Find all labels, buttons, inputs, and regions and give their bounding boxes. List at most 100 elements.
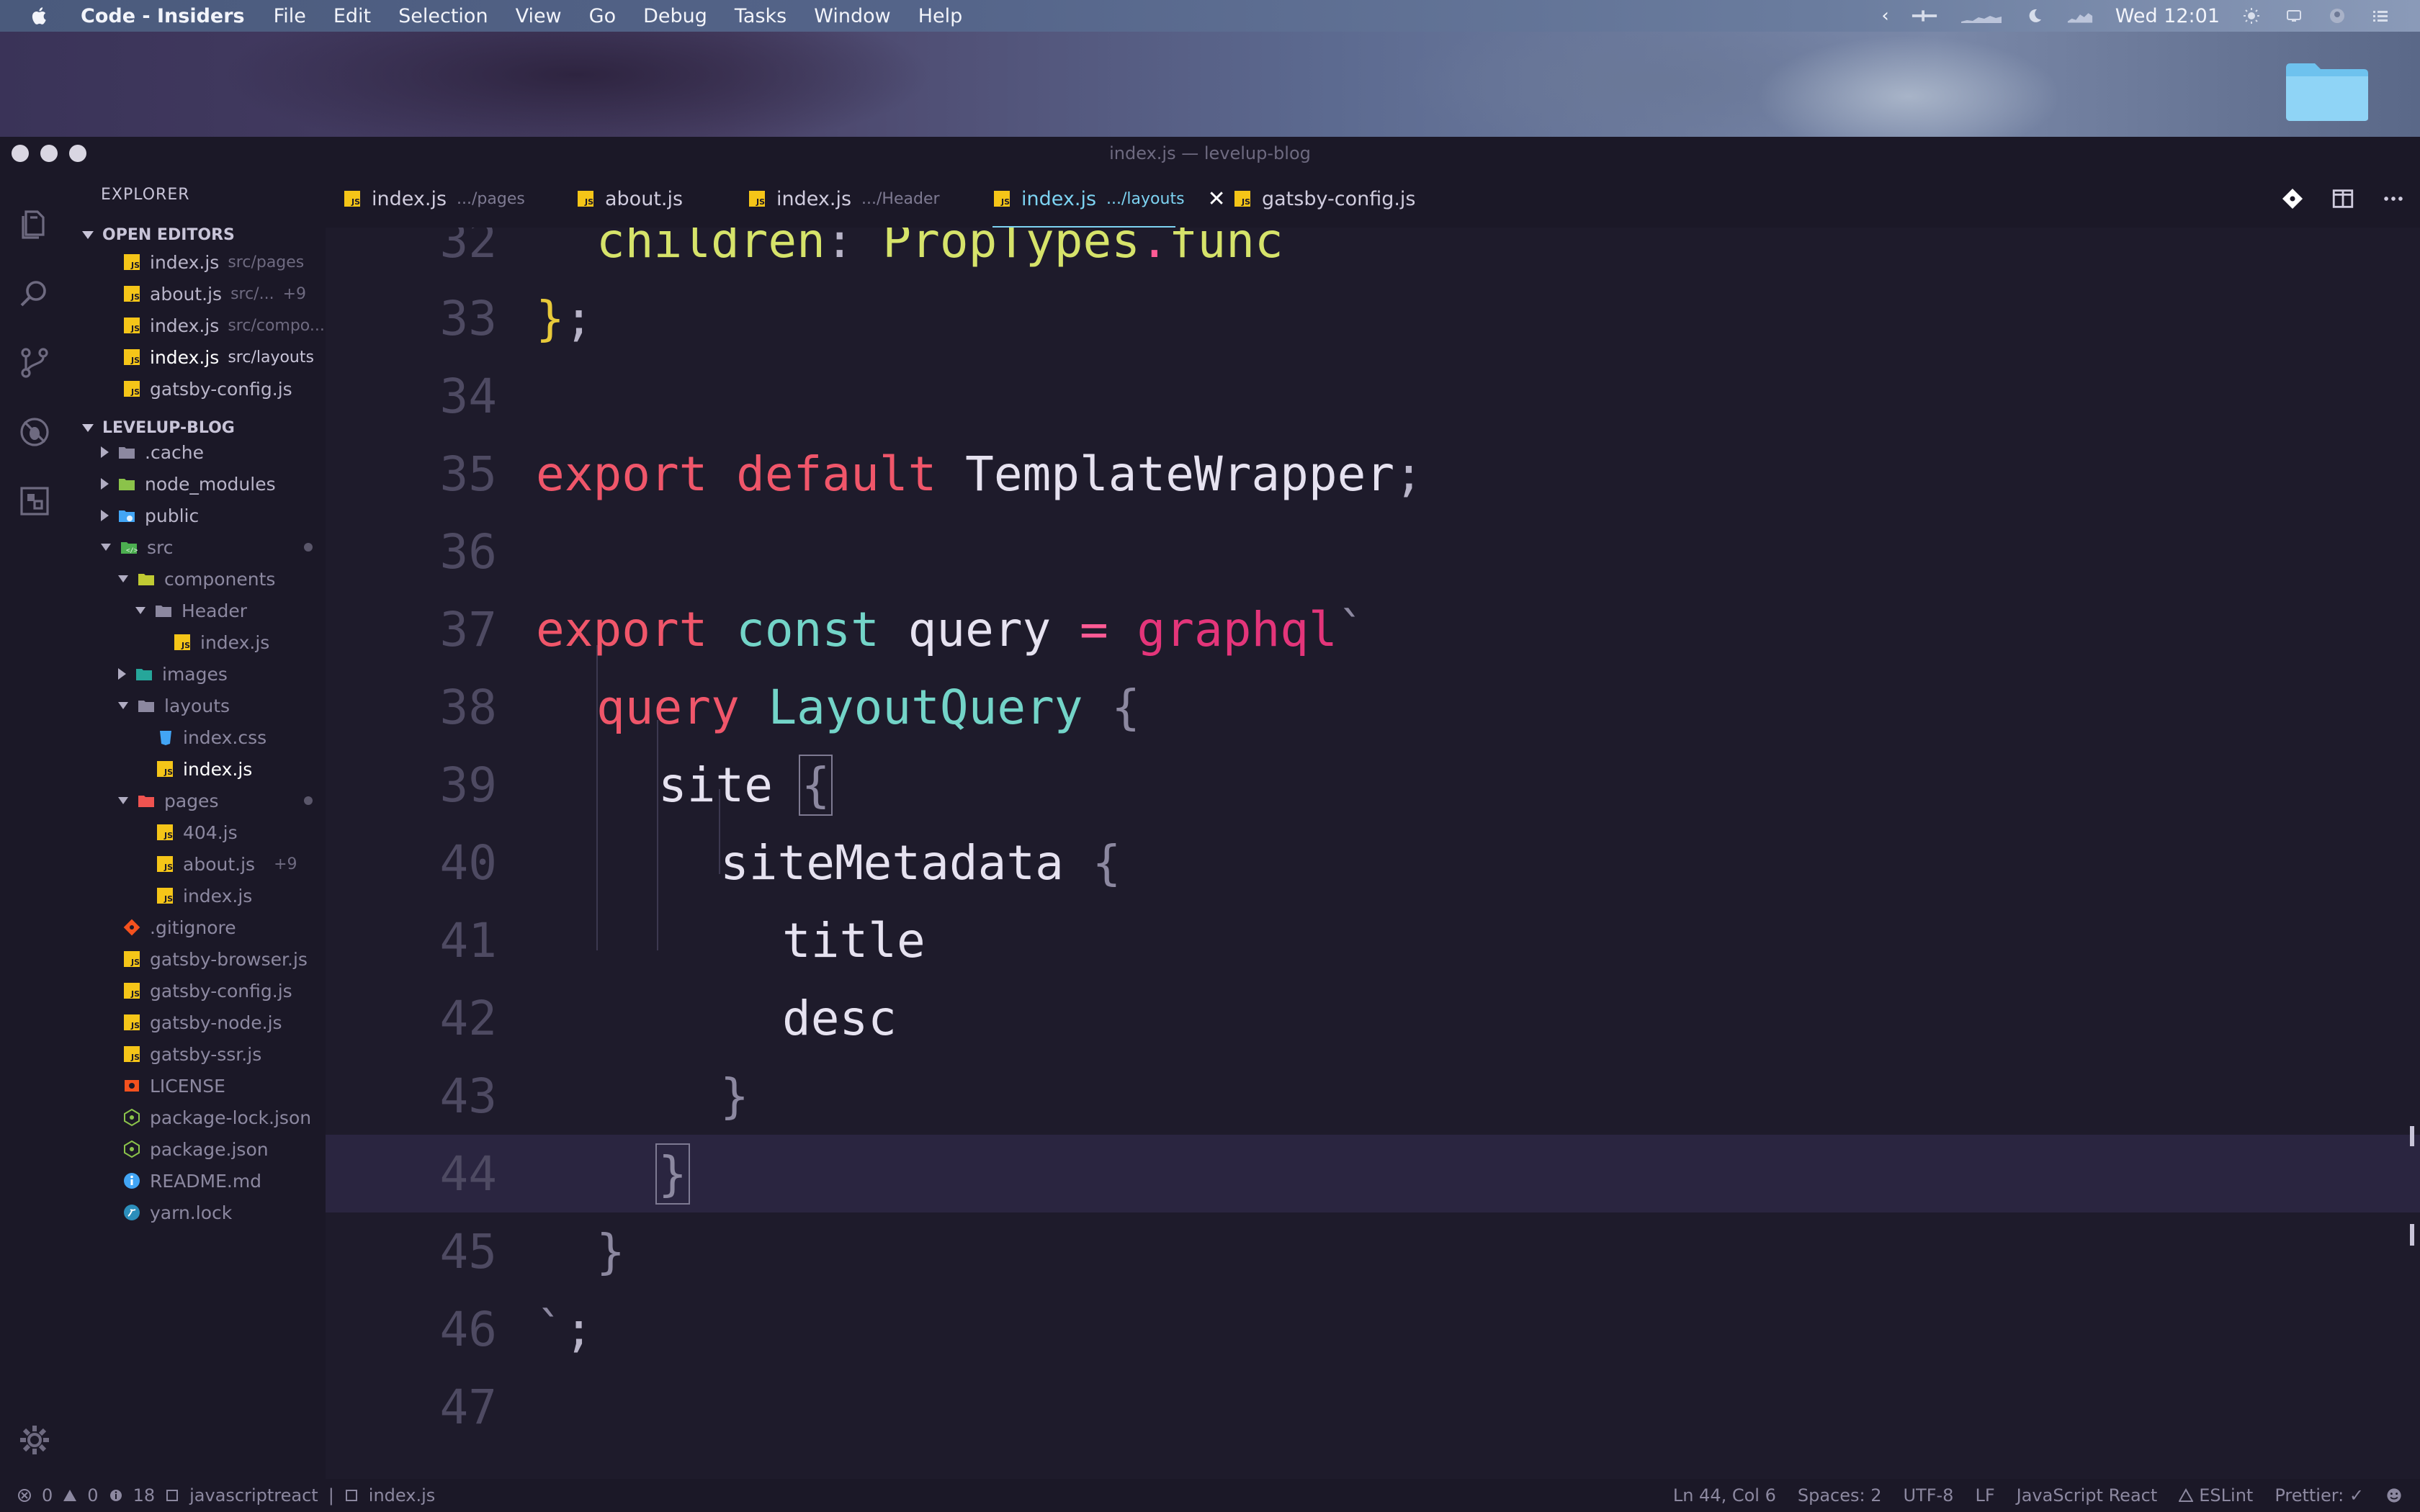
search-icon[interactable] [17,276,52,311]
tree-folder-node-modules[interactable]: node_modules [101,468,276,500]
error-icon[interactable] [17,1488,32,1503]
menu-selection[interactable]: Selection [398,5,488,27]
menu-debug[interactable]: Debug [643,5,707,27]
info-icon[interactable] [109,1488,123,1503]
js-file-icon: JS [344,191,360,207]
open-editors-header[interactable]: OPEN EDITORS [82,226,235,244]
tree-file-layouts-index-active[interactable]: JS index.js [156,753,252,785]
menu-window[interactable]: Window [814,5,890,27]
tree-folder-images[interactable]: images [118,658,228,690]
tree-file-gatsby-browser[interactable]: JS gatsby-browser.js [122,943,308,975]
display-icon[interactable] [2283,7,2305,24]
git-compare-icon[interactable] [2280,186,2305,211]
brightness-icon[interactable] [2241,7,2262,24]
end-of-line[interactable]: LF [1975,1485,1994,1506]
tree-folder-pages[interactable]: pages [118,785,331,816]
settings-gear-icon[interactable] [17,1423,52,1457]
tree-file-gatsby-ssr[interactable]: JS gatsby-ssr.js [122,1038,261,1070]
tree-file-header-index[interactable]: JS index.js [173,626,269,658]
warning-icon[interactable] [63,1488,77,1503]
zoom-window-button[interactable] [69,145,86,162]
tree-folder-cache[interactable]: .cache [101,436,204,468]
cpu-graph-icon[interactable] [2066,7,2094,24]
tab-layouts-index-active[interactable]: JS index.js .../layouts ✕ [992,170,1226,228]
eslint-status[interactable]: ESLint [2179,1485,2253,1506]
tree-file-yarn-lock[interactable]: yarn.lock [122,1197,232,1228]
tree-file-gitignore[interactable]: .gitignore [122,912,236,943]
tree-file-license[interactable]: LICENSE [122,1070,225,1102]
language-selector[interactable]: JavaScript React [2017,1485,2158,1506]
prettier-status[interactable]: Prettier: ✓ [2275,1485,2364,1506]
project-folder-header[interactable]: LEVELUP-BLOG [82,419,235,437]
menu-file[interactable]: File [274,5,306,27]
scrollbar-marker[interactable] [2410,1126,2414,1146]
modified-dot [304,796,313,805]
extensions-icon[interactable] [17,484,52,518]
tree-folder-header[interactable]: Header [135,595,247,626]
tree-folder-layouts[interactable]: layouts [118,690,230,721]
warning-count[interactable]: 0 [87,1485,98,1506]
info-count[interactable]: 18 [133,1485,156,1506]
tree-file-pages-index[interactable]: JS index.js [156,880,252,912]
file-type-icon [166,1490,179,1501]
close-window-button[interactable] [12,145,29,162]
open-editor-item[interactable]: JS about.js src/... +9 [122,278,306,310]
menu-go[interactable]: Go [589,5,616,27]
clock[interactable]: Wed 12:01 [2115,5,2220,27]
menu-tasks[interactable]: Tasks [735,5,786,27]
chevron-left-icon[interactable]: ‹ [1881,5,1888,27]
split-editor-icon[interactable] [2331,186,2355,211]
tree-file-404[interactable]: JS 404.js [156,816,238,848]
tab-gatsby-config[interactable]: JS gatsby-config.js [1233,170,1416,228]
code-line-43: 43 } [326,1057,2420,1135]
tree-folder-public[interactable]: public [101,500,199,531]
error-count[interactable]: 0 [42,1485,53,1506]
tree-file-package-lock[interactable]: package-lock.json [122,1102,311,1133]
app-name[interactable]: Code - Insiders [81,5,245,27]
code-editor[interactable]: 32 children: PropTypes.func 33 }; 34 35 … [326,228,2420,1479]
open-editor-item-active[interactable]: JS index.js src/layouts [122,341,314,373]
tree-file-readme[interactable]: README.md [122,1165,261,1197]
tree-file-gatsby-node[interactable]: JS gatsby-node.js [122,1007,282,1038]
open-editor-item[interactable]: JS index.js src/compo... [122,310,325,341]
svg-text:JS: JS [756,197,765,207]
tree-file-layouts-css[interactable]: index.css [156,721,266,753]
line-number: 43 [439,1068,497,1124]
debug-icon[interactable] [17,415,52,449]
activity-graph-icon[interactable] [1960,7,2003,24]
indentation[interactable]: Spaces: 2 [1798,1485,1882,1506]
close-icon[interactable]: ✕ [1208,186,1226,212]
minimize-window-button[interactable] [40,145,58,162]
tree-file-about[interactable]: JS about.js +9 [156,848,297,880]
open-editor-item[interactable]: JS index.js src/pages [122,246,304,278]
more-actions-icon[interactable] [2381,186,2406,211]
audio-meter-icon[interactable] [1911,7,1938,24]
tree-folder-src[interactable]: </> src [101,531,331,563]
avatar-icon[interactable] [2326,7,2348,24]
encoding[interactable]: UTF-8 [1903,1485,1953,1506]
tab-header-index[interactable]: JS index.js .../Header [748,170,940,228]
feedback-smiley-icon[interactable] [2385,1487,2403,1504]
menu-help[interactable]: Help [918,5,963,27]
tree-folder-components[interactable]: components [118,563,275,595]
source-control-icon[interactable] [17,346,52,380]
explorer-files-icon[interactable] [17,207,52,242]
tab-label: gatsby-config.js [1262,187,1416,210]
language-mode-indicator[interactable]: javascriptreact [189,1485,318,1506]
notification-list-icon[interactable] [2370,7,2391,24]
tab-about[interactable]: JS about.js [576,170,683,228]
apple-icon[interactable] [29,5,50,27]
menu-edit[interactable]: Edit [333,5,371,27]
tree-file-gatsby-config[interactable]: JS gatsby-config.js [122,975,292,1007]
moon-icon[interactable] [2025,7,2045,24]
cursor-position[interactable]: Ln 44, Col 6 [1673,1485,1776,1506]
menu-view[interactable]: View [516,5,562,27]
desktop-folder-icon[interactable] [2283,58,2370,122]
tree-file-package[interactable]: package.json [122,1133,269,1165]
js-file-icon: JS [124,286,140,302]
open-editor-item[interactable]: JS gatsby-config.js [122,373,292,405]
file-indicator[interactable]: index.js [369,1485,435,1506]
desktop-wallpaper [0,32,2420,137]
scrollbar-marker[interactable] [2410,1224,2414,1246]
tab-pages-index[interactable]: JS index.js .../pages [343,170,525,228]
